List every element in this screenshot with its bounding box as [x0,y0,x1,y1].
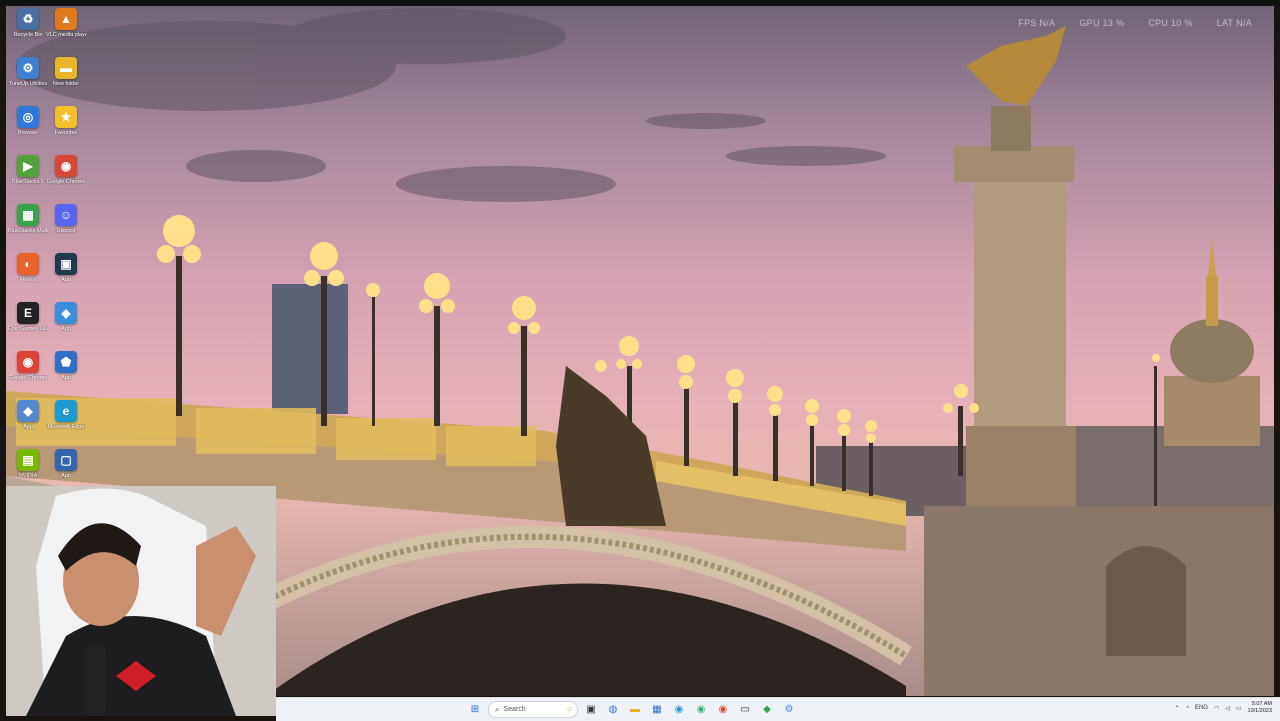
widgets-icon[interactable]: ◍ [604,701,622,718]
desktop-icon-firefox[interactable]: ◐ Firefox [10,253,46,297]
battery-icon[interactable]: ▭ [1236,705,1242,712]
desktop-icon-label: VLC media player [46,32,86,38]
desktop-icon-recycle-bin[interactable]: ♻ Recycle Bin [10,8,46,52]
desktop-icon-browser-2[interactable]: ◎ Browser [10,106,46,150]
desktop-icon-label: TuneUp Utilities [8,81,48,87]
search-highlight-icon: ☺ [565,706,573,713]
desktop-icon-favorites[interactable]: ★ Favorites [48,106,84,150]
settings-icon[interactable]: ⚙ [780,701,798,718]
tray-app-icon[interactable]: ◔ [1185,705,1189,711]
edge-icon[interactable]: ◉ [670,701,688,718]
desktop-icon-label: App [61,277,71,283]
desktop-icon-label: App [61,473,71,479]
desktop-icon-label: App [61,326,71,332]
desktop-icon-app-blue[interactable]: ◈ App [48,302,84,346]
desktop-icon-label: App [61,375,71,381]
microsoft-edge-icon: e [55,400,77,422]
system-tray: ⌃ ◔ ENG ◠ ◁ ▭ 5:07 AM 10/1/2023 [1174,701,1272,715]
desktop-icon-label: New folder [52,81,80,87]
discord-icon: ☺ [55,204,77,226]
desktop-icon-app-3[interactable]: ◆ App [10,400,46,444]
gpu-readout: GPU 13 % [1079,18,1125,28]
search-icon: ⌕ [495,704,500,714]
tray-lang[interactable]: ENG [1195,705,1208,711]
clock-date: 10/1/2023 [1247,708,1272,714]
wifi-icon[interactable]: ◠ [1214,705,1219,712]
latency-readout: LAT N/A [1216,18,1252,28]
desktop-icon-app-dark[interactable]: ▣ App [48,253,84,297]
desktop-icon-shield-app[interactable]: ⬟ App [48,351,84,395]
file-explorer-icon[interactable]: ▬ [626,701,644,718]
streamer-webcam-feed [6,486,276,716]
shield-app-icon: ⬟ [55,351,77,373]
task-view-icon[interactable]: ▣ [582,701,600,718]
nvidia-icon: ▤ [17,449,39,471]
desktop-icon-bluestacks-multi[interactable]: ▦ BlueStacks Multi-Instance [8,204,48,248]
desktop-icon-google-chrome[interactable]: ◉ Google Chrome [8,351,48,395]
desktop-icon-label: Favorites [54,130,78,136]
edge-browser-icon[interactable]: ◉ [692,701,710,718]
volume-icon[interactable]: ◁ [1225,705,1230,712]
desktop-icon-label: Discord [56,228,76,234]
chrome-icon[interactable]: ◉ [714,701,732,718]
taskbar: ⊞ ⌕ Search ☺ ▣ ◍ ▬ ▦ ◉ ◉ ◉ ▭ ◆ ⚙ ⌃ ◔ ENG… [276,697,1280,721]
desktop-icon-label: Google Chrome [8,375,48,381]
cpu-readout: CPU 10 % [1148,18,1193,28]
new-folder-icon: ▬ [55,57,77,79]
fps-readout: FPS N/A [1018,18,1056,28]
taskbar-search[interactable]: ⌕ Search ☺ [488,701,578,718]
performance-overlay: FPS N/A GPU 13 % CPU 10 % LAT N/A [1018,18,1252,28]
desktop-icon-label: NVIDIA [18,473,38,479]
recycle-bin-icon: ♻ [17,8,39,30]
google-chrome-icon: ◉ [17,351,39,373]
desktop-icon-chrome-2[interactable]: ◉ Google Chrome [46,155,86,199]
start-button[interactable]: ⊞ [466,701,484,718]
vlc-icon: ▲ [55,8,77,30]
webcam-overlay [6,486,276,716]
bluestacks-multi-icon: ▦ [17,204,39,226]
desktop-icon-label: Google Chrome [46,179,86,185]
favorites-icon: ★ [55,106,77,128]
bluestacks-icon: ▶ [17,155,39,177]
desktop-icon-label: Browser [17,130,39,136]
epic-games-icon: E [17,302,39,324]
app-dark-icon: ▣ [55,253,77,275]
app-blue-icon: ◈ [55,302,77,324]
search-placeholder: Search [503,706,526,713]
desktop-icon-tuneup[interactable]: ⚙ TuneUp Utilities [8,57,48,101]
desktop-icon-bluestacks[interactable]: ▶ BlueStacks 5 [10,155,46,199]
app-icon[interactable]: ◆ [758,701,776,718]
desktop-icon-new-folder[interactable]: ▬ New folder [48,57,84,101]
desktop-icon-label: Recycle Bin [13,32,43,38]
terminal-icon[interactable]: ▭ [736,701,754,718]
app-4-icon: ▢ [55,449,77,471]
clock[interactable]: 5:07 AM 10/1/2023 [1248,701,1272,715]
store-icon[interactable]: ▦ [648,701,666,718]
desktop-icon-microsoft-edge[interactable]: e Microsoft Edge [48,400,84,444]
clock-time: 5:07 AM [1251,701,1272,707]
desktop-icon-label: BlueStacks 5 [11,179,45,185]
desktop-icon-label: Firefox [19,277,37,283]
chrome-2-icon: ◉ [55,155,77,177]
desktop-icon-vlc[interactable]: ▲ VLC media player [46,8,86,52]
desktop-icon-label: BlueStacks Multi-Instance [8,228,48,234]
taskbar-apps: ⊞ ⌕ Search ☺ ▣ ◍ ▬ ▦ ◉ ◉ ◉ ▭ ◆ ⚙ [466,701,798,718]
desktop-icon-label: Epic Games Launcher [8,326,48,332]
browser-2-icon: ◎ [17,106,39,128]
desktop-icon-label: App [23,424,33,430]
desktop-icon-epic-games[interactable]: E Epic Games Launcher [8,302,48,346]
desktop-icon-discord[interactable]: ☺ Discord [48,204,84,248]
tray-chevron-icon[interactable]: ⌃ [1174,705,1179,712]
tuneup-icon: ⚙ [17,57,39,79]
firefox-icon: ◐ [17,253,39,275]
app-3-icon: ◆ [17,400,39,422]
desktop-icon-label: Microsoft Edge [47,424,85,430]
